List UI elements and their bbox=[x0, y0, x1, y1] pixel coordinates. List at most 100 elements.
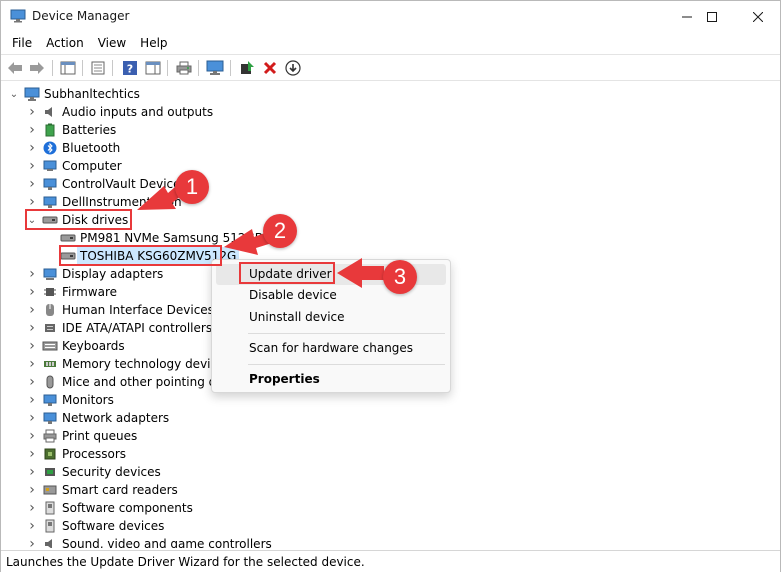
step-badge-2: 2 bbox=[263, 214, 297, 248]
tree-item-label: Software components bbox=[62, 501, 193, 515]
window-title: Device Manager bbox=[32, 9, 130, 23]
uninstall-toolbar-button[interactable] bbox=[260, 59, 280, 77]
uninstall-x-icon bbox=[263, 61, 277, 75]
ide-icon bbox=[42, 320, 58, 336]
disable-device-toolbar-button[interactable] bbox=[283, 59, 303, 77]
status-text: Launches the Update Driver Wizard for th… bbox=[6, 555, 365, 569]
speaker-icon bbox=[42, 536, 58, 548]
chevron-right-icon[interactable]: › bbox=[25, 427, 39, 445]
context-scan-hardware[interactable]: Scan for hardware changes bbox=[216, 338, 446, 359]
tree-item-label: Processors bbox=[62, 447, 127, 461]
tree-item-label: Software devices bbox=[62, 519, 165, 533]
tree-category[interactable]: › Monitors bbox=[25, 391, 114, 409]
context-uninstall-device[interactable]: Uninstall device bbox=[216, 307, 446, 328]
tree-category[interactable]: › Software devices bbox=[25, 517, 164, 535]
tree-category[interactable]: › Bluetooth bbox=[25, 139, 120, 157]
tree-category[interactable]: › Print queues bbox=[25, 427, 137, 445]
chevron-right-icon[interactable]: › bbox=[25, 481, 39, 499]
chevron-right-icon[interactable]: › bbox=[25, 265, 39, 283]
highlight-toshiba-drive bbox=[59, 245, 222, 266]
tree-category[interactable]: › Memory technology devices bbox=[25, 355, 231, 373]
processor-icon bbox=[42, 446, 58, 462]
monitor-icon bbox=[42, 176, 58, 192]
update-driver-icon bbox=[241, 61, 254, 74]
chevron-right-icon[interactable]: › bbox=[25, 463, 39, 481]
tree-category[interactable]: › Software components bbox=[25, 499, 193, 517]
memory-icon bbox=[42, 356, 58, 372]
menu-help[interactable]: Help bbox=[133, 32, 174, 54]
chevron-right-icon[interactable]: › bbox=[25, 319, 39, 337]
chevron-right-icon[interactable]: › bbox=[25, 355, 39, 373]
software-icon bbox=[42, 500, 58, 516]
chevron-right-icon[interactable]: › bbox=[25, 535, 39, 548]
chevron-down-icon[interactable]: ⌄ bbox=[7, 85, 21, 103]
tree-category[interactable]: › Smart card readers bbox=[25, 481, 178, 499]
disable-device-icon bbox=[285, 60, 301, 76]
help-icon: ? bbox=[123, 61, 137, 76]
action-pane-icon bbox=[145, 61, 161, 75]
chevron-right-icon[interactable]: › bbox=[25, 391, 39, 409]
chevron-right-icon[interactable]: › bbox=[25, 445, 39, 463]
context-separator bbox=[248, 364, 445, 365]
print-toolbar-button[interactable] bbox=[174, 59, 194, 77]
chevron-right-icon[interactable]: › bbox=[25, 103, 39, 121]
maximize-button[interactable] bbox=[689, 1, 735, 32]
step-badge-1: 1 bbox=[175, 170, 209, 204]
properties-toolbar-button[interactable] bbox=[88, 59, 108, 77]
chevron-right-icon[interactable]: › bbox=[25, 121, 39, 139]
menu-view[interactable]: View bbox=[91, 32, 133, 54]
menu-action[interactable]: Action bbox=[39, 32, 91, 54]
chevron-right-icon[interactable]: › bbox=[25, 157, 39, 175]
tree-category[interactable]: › ControlVault Device bbox=[25, 175, 180, 193]
toolbar: ? bbox=[1, 54, 780, 81]
computer-icon bbox=[24, 86, 40, 102]
forward-button[interactable] bbox=[27, 59, 47, 77]
tree-category[interactable]: › Sound, video and game controllers bbox=[25, 535, 272, 548]
tree-root[interactable]: ⌄ Subhanltechtics bbox=[7, 85, 140, 103]
chevron-right-icon[interactable]: › bbox=[25, 175, 39, 193]
context-properties[interactable]: Properties bbox=[216, 369, 446, 390]
update-driver-toolbar-button[interactable] bbox=[237, 59, 257, 77]
tree-item-label: Bluetooth bbox=[62, 141, 121, 155]
chevron-right-icon[interactable]: › bbox=[25, 409, 39, 427]
security-icon bbox=[42, 464, 58, 480]
menu-file[interactable]: File bbox=[5, 32, 39, 54]
title-bar: Device Manager bbox=[1, 1, 780, 32]
tree-root-label: Subhanltechtics bbox=[44, 87, 140, 101]
scan-hardware-toolbar-button[interactable] bbox=[205, 59, 225, 77]
tree-category[interactable]: › Firmware bbox=[25, 283, 117, 301]
back-button[interactable] bbox=[5, 59, 25, 77]
tree-category[interactable]: › Computer bbox=[25, 157, 121, 175]
device-manager-app-icon bbox=[10, 9, 26, 23]
step-badge-3: 3 bbox=[383, 260, 417, 294]
chevron-right-icon[interactable]: › bbox=[25, 499, 39, 517]
tree-item-label: Audio inputs and outputs bbox=[62, 105, 214, 119]
chevron-right-icon[interactable]: › bbox=[25, 301, 39, 319]
tree-category[interactable]: › IDE ATA/ATAPI controllers bbox=[25, 319, 212, 337]
tree-category[interactable]: › Audio inputs and outputs bbox=[25, 103, 213, 121]
tree-category[interactable]: › Human Interface Devices bbox=[25, 301, 214, 319]
show-hide-console-tree-button[interactable] bbox=[58, 59, 78, 77]
bluetooth-icon bbox=[42, 140, 58, 156]
chevron-right-icon[interactable]: › bbox=[25, 337, 39, 355]
network-icon bbox=[42, 410, 58, 426]
tree-category[interactable]: › Batteries bbox=[25, 121, 116, 139]
chevron-right-icon[interactable]: › bbox=[25, 139, 39, 157]
tree-category[interactable]: › Network adapters bbox=[25, 409, 169, 427]
chevron-right-icon[interactable]: › bbox=[25, 283, 39, 301]
tree-category[interactable]: › Security devices bbox=[25, 463, 161, 481]
tree-category[interactable]: › Keyboards bbox=[25, 337, 124, 355]
help-toolbar-button[interactable]: ? bbox=[120, 59, 140, 77]
close-icon bbox=[753, 11, 763, 22]
tree-category[interactable]: › Processors bbox=[25, 445, 126, 463]
highlight-disk-drives bbox=[25, 209, 132, 230]
tree-item-label: Network adapters bbox=[62, 411, 170, 425]
battery-icon bbox=[42, 122, 58, 138]
chevron-right-icon[interactable]: › bbox=[25, 517, 39, 535]
chevron-right-icon[interactable]: › bbox=[25, 373, 39, 391]
action-pane-button[interactable] bbox=[143, 59, 163, 77]
close-window-button[interactable] bbox=[735, 1, 781, 32]
menu-bar: File Action View Help bbox=[1, 32, 780, 54]
tree-category[interactable]: › Display adapters bbox=[25, 265, 163, 283]
